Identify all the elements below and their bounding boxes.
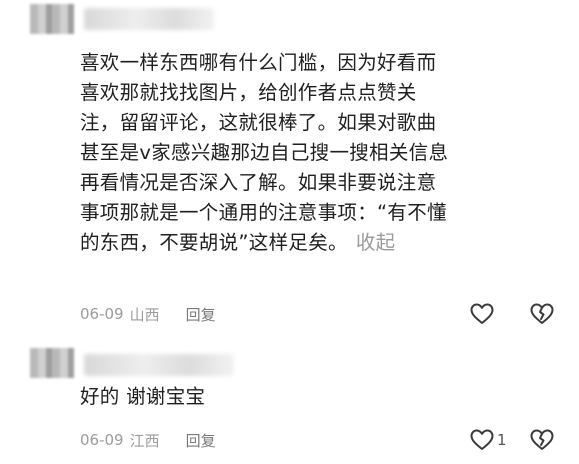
comment-line: 事项那就是一个通用的注意事项：“有不懂 [80, 201, 447, 224]
comment-line-text: 的东西，不要胡说”这样足矣。 [80, 231, 348, 254]
avatar[interactable] [30, 4, 74, 34]
comment-line: 喜欢一样东西哪有什么门槛，因为好看而 [80, 51, 437, 74]
heart-outline-icon [469, 428, 495, 452]
comment-line: 好的 谢谢宝宝 [80, 385, 206, 408]
heart-outline-icon [469, 302, 495, 326]
collapse-link[interactable]: 收起 [356, 231, 396, 254]
username-blurred[interactable] [84, 354, 234, 376]
comment-date: 06-09 [80, 431, 124, 449]
broken-heart-outline-icon [529, 302, 555, 326]
comment-item: 喜欢一样东西哪有什么门槛，因为好看而 喜欢那就找找图片，给创作者点点赞关 注，留… [0, 0, 579, 340]
comment-line: 注，留留评论，这就很棒了。如果对歌曲 [80, 111, 437, 134]
comment-line: 喜欢那就找找图片，给创作者点点赞关 [80, 81, 417, 104]
comment-location: 江西 [129, 431, 160, 450]
avatar[interactable] [30, 348, 74, 378]
username-blurred[interactable] [84, 8, 214, 30]
comment-date: 06-09 [80, 305, 124, 323]
broken-heart-outline-icon [529, 428, 555, 452]
comment-text: 好的 谢谢宝宝 [80, 382, 550, 412]
comment-location: 山西 [129, 305, 160, 324]
comment-line: 再看情况是否深入了解。如果非要说注意 [80, 171, 437, 194]
dislike-button[interactable] [529, 428, 555, 452]
like-count: 1 [497, 431, 507, 449]
comment-line: 甚至是v家感兴趣那边自己搜一搜相关信息 [80, 141, 449, 164]
comment-meta: 06-09 山西 回复 [80, 302, 555, 326]
reply-button[interactable]: 回复 [186, 304, 216, 325]
comment-actions [469, 302, 555, 326]
comment-item: 好的 谢谢宝宝 06-09 江西 回复 1 [0, 340, 579, 464]
comment-line-last: 的东西，不要胡说”这样足矣。 收起 [80, 228, 550, 258]
reply-button[interactable]: 回复 [186, 430, 216, 451]
like-button[interactable] [469, 302, 529, 326]
dislike-button[interactable] [529, 302, 555, 326]
comment-meta: 06-09 江西 回复 1 [80, 428, 555, 452]
comment-actions: 1 [469, 428, 555, 452]
comment-text: 喜欢一样东西哪有什么门槛，因为好看而 喜欢那就找找图片，给创作者点点赞关 注，留… [80, 48, 550, 258]
like-button[interactable]: 1 [469, 428, 529, 452]
